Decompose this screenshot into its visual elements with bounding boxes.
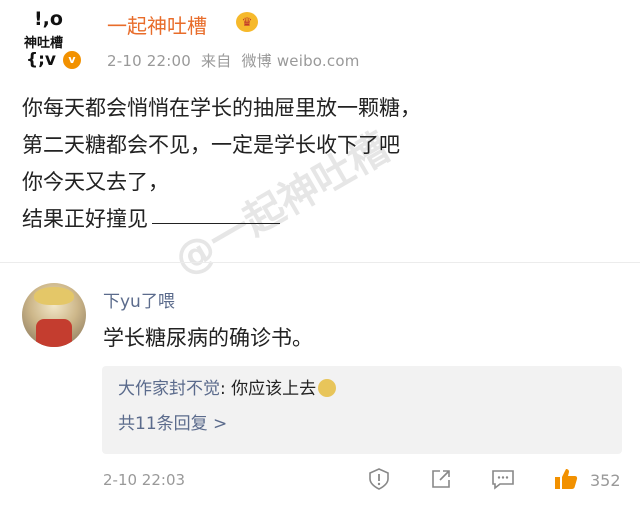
emoji-icon	[318, 379, 337, 397]
poster-username[interactable]: 一起神吐槽	[107, 10, 207, 39]
reply: 大作家封不觉: 你应该上去	[118, 374, 337, 399]
post-time: 2-10 22:00	[107, 52, 192, 70]
post-source[interactable]: 微博 weibo.com	[241, 52, 359, 70]
comment-icon[interactable]	[490, 466, 516, 492]
avatar-hat	[34, 287, 74, 305]
reply-author[interactable]: 大作家封不觉	[118, 379, 220, 399]
report-icon[interactable]	[366, 466, 392, 492]
reply-separator: :	[220, 379, 232, 399]
post-text-line: 你今天又去了，	[22, 170, 169, 194]
comment-time: 2-10 22:03	[103, 471, 186, 489]
divider	[0, 262, 640, 263]
share-icon[interactable]	[428, 466, 454, 492]
post-text-line: 第二天糖都会不见，一定是学长收下了吧	[22, 133, 400, 157]
avatar-text-line2: 神吐槽	[24, 36, 64, 51]
verified-badge-icon: v	[61, 49, 83, 71]
post-text-line: 你每天都会悄悄在学长的抽屉里放一颗糖，	[22, 96, 421, 120]
avatar-text-line1: !,o	[34, 8, 63, 30]
post-meta: 2-10 22:00 来自 微博 weibo.com	[107, 50, 370, 71]
reply-text: 你应该上去	[231, 379, 317, 399]
post-text-line-last: 结果正好撞见	[22, 203, 280, 233]
avatar-shirt	[36, 319, 72, 347]
view-replies-link[interactable]: 共11条回复 >	[118, 409, 227, 434]
blank-underline	[152, 223, 280, 224]
like-count: 352	[590, 471, 621, 490]
member-crown-icon: ♛	[236, 12, 258, 32]
like-icon[interactable]	[553, 466, 579, 492]
avatar-text-line3: {;v	[26, 50, 56, 70]
commenter-avatar[interactable]	[22, 283, 86, 347]
post-source-prefix: 来自	[201, 52, 232, 70]
commenter-name[interactable]: 下yu了喂	[103, 287, 175, 312]
comment-text: 学长糖尿病的确诊书。	[103, 326, 313, 350]
post-text: 结果正好撞见	[22, 207, 148, 231]
